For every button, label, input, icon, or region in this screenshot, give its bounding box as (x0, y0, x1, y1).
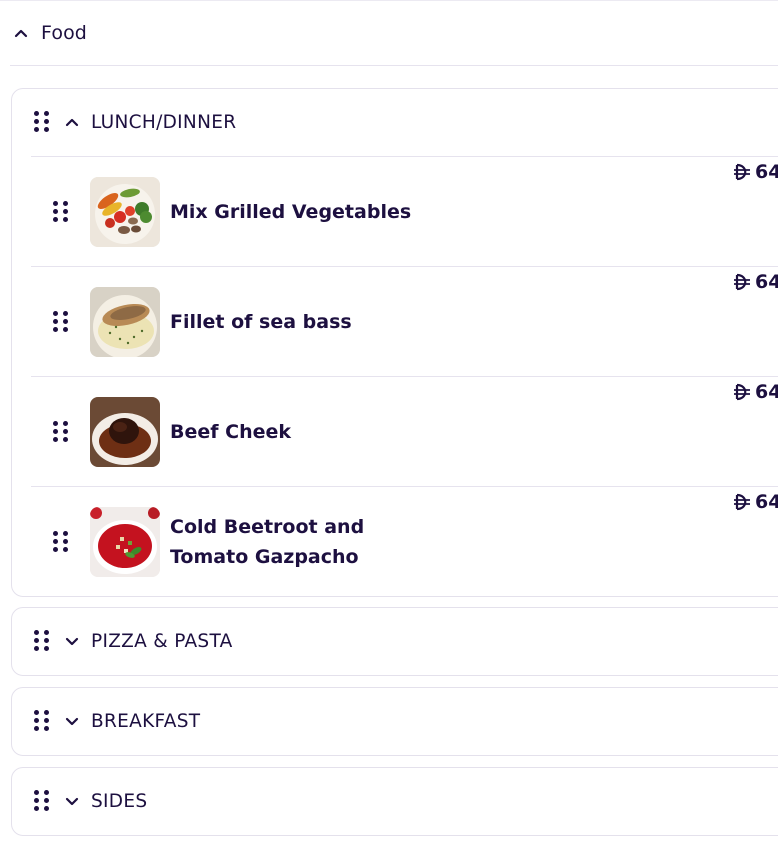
drag-handle-icon[interactable] (34, 710, 49, 731)
section-title: BREAKFAST (91, 711, 201, 732)
section-pizza-pasta: PIZZA & PASTA (11, 607, 778, 676)
grilled-vegetables-thumbnail (90, 177, 160, 247)
category-title: Food (41, 21, 87, 44)
drag-handle-icon[interactable] (34, 630, 49, 651)
chevron-down-icon[interactable] (62, 711, 82, 731)
price-value: 64 (755, 491, 778, 513)
menu-item[interactable]: Mix Grilled Vegetables 64 (31, 157, 778, 267)
drag-handle-icon[interactable] (53, 201, 68, 222)
item-name: Cold Beetroot and Tomato Gazpacho (170, 487, 590, 597)
item-price: 64 (733, 159, 778, 185)
drag-handle-icon[interactable] (34, 790, 49, 811)
price-value: 64 (755, 161, 778, 183)
beetroot-gazpacho-thumbnail (90, 507, 160, 577)
item-name: Beef Cheek (170, 421, 292, 443)
sea-bass-thumbnail (90, 287, 160, 357)
section-lunch-dinner: LUNCH/DINNER Mix Grilled Vegetables 64 F… (11, 88, 778, 597)
section-title: LUNCH/DINNER (91, 112, 237, 133)
drag-handle-icon[interactable] (53, 531, 68, 552)
chevron-down-icon[interactable] (62, 791, 82, 811)
category-food-header[interactable]: Food (10, 0, 778, 66)
item-price: 64 (733, 489, 778, 515)
chevron-down-icon[interactable] (62, 631, 82, 651)
menu-item[interactable]: Fillet of sea bass 64 (31, 267, 778, 377)
chevron-up-icon[interactable] (10, 22, 32, 44)
item-name-line: Tomato Gazpacho (170, 546, 359, 568)
section-header[interactable]: LUNCH/DINNER (31, 89, 778, 157)
item-name: Mix Grilled Vegetables (170, 201, 412, 223)
item-price: 64 (733, 379, 778, 405)
section-sides: SIDES (11, 767, 778, 836)
dirham-icon (734, 493, 750, 511)
section-header[interactable]: PIZZA & PASTA (12, 608, 778, 676)
menu-editor: Food LUNCH/DINNER Mix Grilled Vegetables… (0, 0, 778, 854)
dirham-icon (734, 163, 750, 181)
drag-handle-icon[interactable] (34, 111, 49, 132)
dirham-icon (734, 383, 750, 401)
drag-handle-icon[interactable] (53, 311, 68, 332)
item-name: Fillet of sea bass (170, 311, 352, 333)
price-value: 64 (755, 271, 778, 293)
section-breakfast: BREAKFAST (11, 687, 778, 756)
price-value: 64 (755, 381, 778, 403)
dirham-icon (734, 273, 750, 291)
chevron-up-icon[interactable] (62, 112, 82, 132)
menu-item[interactable]: Beef Cheek 64 (31, 377, 778, 487)
drag-handle-icon[interactable] (53, 421, 68, 442)
section-header[interactable]: SIDES (12, 768, 778, 836)
menu-item[interactable]: Cold Beetroot and Tomato Gazpacho 64 (31, 487, 778, 597)
beef-cheek-thumbnail (90, 397, 160, 467)
item-name-line: Cold Beetroot and (170, 516, 365, 538)
section-title: SIDES (91, 791, 148, 812)
section-title: PIZZA & PASTA (91, 631, 233, 652)
item-price: 64 (733, 269, 778, 295)
section-header[interactable]: BREAKFAST (12, 688, 778, 756)
